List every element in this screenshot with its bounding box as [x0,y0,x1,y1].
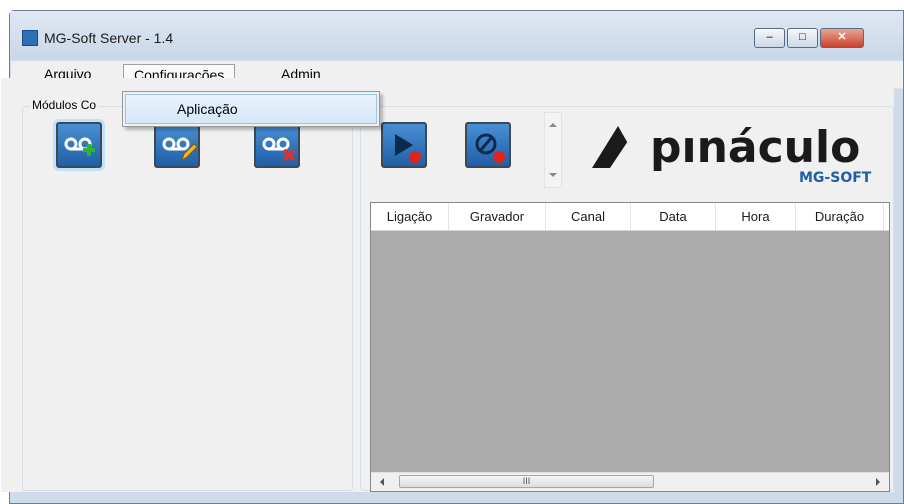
edit-module-button[interactable] [154,122,200,168]
stop-record-button[interactable] [465,122,511,168]
scroll-right-icon[interactable] [871,474,885,490]
voicemail-edit-icon [162,137,198,162]
column-ligacao[interactable]: Ligação [371,203,449,230]
horizontal-scrollbar[interactable]: III [371,472,889,491]
voicemail-delete-icon [262,137,296,162]
svg-text:MG-SOFT: MG-SOFT [799,170,872,186]
scroll-down-icon[interactable] [545,169,561,181]
maximize-button[interactable]: □ [787,28,818,48]
scroll-left-icon[interactable] [375,474,389,490]
title-bar[interactable]: MG-Soft Server - 1.4 – □ ✕ [10,11,903,59]
column-gravador[interactable]: Gravador [449,203,546,230]
scroll-thumb[interactable]: III [399,475,654,488]
menu-item-aplicacao[interactable]: Aplicação [125,94,377,124]
delete-module-button[interactable] [254,122,300,168]
table-header: Ligação Gravador Canal Data Hora Duração [371,203,889,231]
play-record-button[interactable] [381,122,427,168]
column-duracao[interactable]: Duração [796,203,884,230]
toolbar-scrollbar[interactable] [544,112,562,188]
aplicacao-label: Aplicação [177,101,238,117]
close-button[interactable]: ✕ [820,28,864,48]
column-hora[interactable]: Hora [716,203,796,230]
voicemail-add-icon [64,137,95,156]
window-title: MG-Soft Server - 1.4 [44,30,174,46]
svg-text:pınáculo: pınáculo [650,122,860,173]
pinaculo-logo: pınáculo MG-SOFT [592,122,872,186]
stop-record-icon [475,133,505,163]
minimize-button[interactable]: – [754,28,785,48]
column-canal[interactable]: Canal [546,203,631,230]
scroll-up-icon[interactable] [545,119,561,131]
add-module-button[interactable] [56,122,102,168]
modules-group-label: Módulos Co [30,98,99,112]
configuracoes-dropdown: Aplicação [122,91,380,127]
app-icon [22,30,38,46]
column-data[interactable]: Data [631,203,716,230]
play-record-icon [395,134,421,163]
recordings-table[interactable]: Ligação Gravador Canal Data Hora Duração… [370,202,890,492]
